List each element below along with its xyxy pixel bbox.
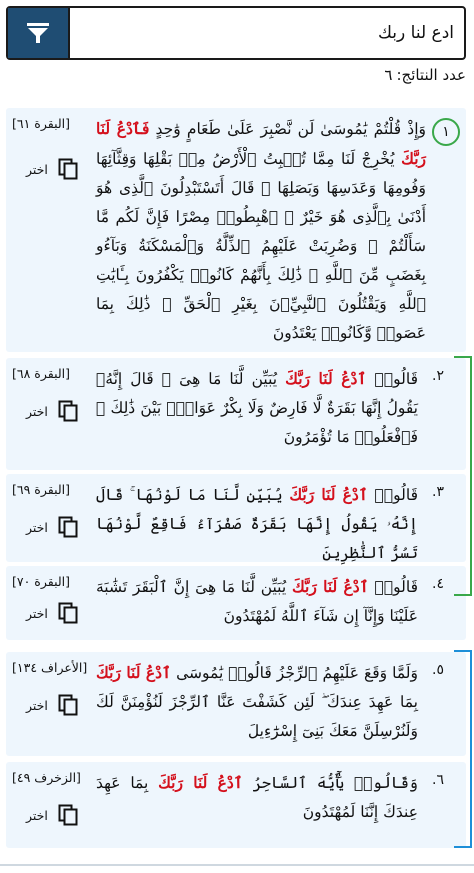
verse-reference: [البقرة ٦١] — [12, 116, 71, 131]
select-action[interactable]: اختر — [26, 600, 106, 626]
verse-reference: [البقرة ٧٠] — [12, 574, 71, 589]
verse-highlight: ٱدْعُ لَنَا رَبَّكَ — [289, 485, 368, 504]
group-bracket-green — [454, 356, 472, 596]
group-bracket-blue — [454, 650, 472, 848]
verse-reference: [الزخرف ٤٩] — [12, 770, 81, 785]
verse-reference: [الأعراف ١٣٤] — [12, 660, 88, 675]
verse-text: وَقَالُوا۟ يَٰٓأَيُّهَ ٱلسَّاحِرُ ٱدْعُ … — [96, 768, 418, 827]
select-action[interactable]: اختر — [26, 398, 106, 424]
verse-text: وَلَمَّا وَقَعَ عَلَيْهِمُ ٱلرِّجْزُ قَا… — [96, 658, 418, 746]
results-count-value: ٦ — [384, 66, 393, 84]
verse-text-after: بِمَا عَهِدَ عِندَكَ ۖ لَئِن كَشَفْتَ عَ… — [96, 693, 418, 740]
select-action[interactable]: اختر — [26, 802, 106, 828]
result-number: ٣. — [432, 484, 444, 500]
result-card: ٣. [البقرة ٦٩] قَالُوا۟ ٱدْعُ لَنَا رَبَ… — [6, 474, 466, 562]
verse-text-before: وَقَالُوا۟ يَٰٓأَيُّهَ ٱلسَّاحِرُ — [242, 774, 418, 792]
verse-text: قَالُوا۟ ٱدْعُ لَنَا رَبَّكَ يُبَيِّن لَ… — [96, 480, 418, 568]
filter-button[interactable] — [8, 8, 70, 58]
verse-text: قَالُوا۟ ٱدْعُ لَنَا رَبَّكَ يُبَيِّن لَ… — [96, 364, 418, 452]
result-number: ٥. — [432, 662, 444, 678]
result-card: ١ [البقرة ٦١] وَإِذْ قُلْتُمْ يَٰمُوسَىٰ… — [6, 108, 466, 352]
result-number: ١ — [432, 118, 460, 146]
copy-icon[interactable] — [58, 602, 78, 624]
verse-reference: [البقرة ٦٨] — [12, 366, 71, 381]
result-card: ٥. [الأعراف ١٣٤] وَلَمَّا وَقَعَ عَلَيْه… — [6, 652, 466, 756]
filter-icon — [27, 23, 49, 43]
verse-highlight: ٱدْعُ لَنَا رَبَّكَ — [96, 663, 172, 682]
copy-icon[interactable] — [58, 804, 78, 826]
result-number: ٤. — [432, 576, 444, 592]
result-card: ٦. [الزخرف ٤٩] وَقَالُوا۟ يَٰٓأَيُّهَ ٱل… — [6, 762, 466, 848]
results-count-label: عدد النتائج: — [396, 66, 466, 84]
copy-icon[interactable] — [58, 400, 78, 422]
verse-text: قَالُوا۟ ٱدْعُ لَنَا رَبَّكَ يُبَيِّن لَ… — [96, 572, 418, 631]
bottom-divider — [0, 864, 474, 866]
results-count: عدد النتائج:٦ — [166, 66, 466, 90]
select-action[interactable]: اختر — [26, 514, 106, 540]
copy-icon[interactable] — [58, 694, 78, 716]
copy-icon[interactable] — [58, 516, 78, 538]
select-label: اختر — [26, 519, 48, 535]
select-action[interactable]: اختر — [26, 156, 106, 182]
select-label: اختر — [26, 605, 48, 621]
select-label: اختر — [26, 161, 48, 177]
result-number: ٦. — [432, 772, 444, 788]
verse-highlight: ٱدْعُ لَنَا رَبَّكَ — [285, 369, 367, 388]
search-bar — [6, 6, 466, 60]
search-input[interactable] — [72, 8, 464, 58]
select-label: اختر — [26, 807, 48, 823]
verse-highlight: ٱدْعُ لَنَا رَبَّكَ — [158, 773, 243, 792]
result-number: ٢. — [432, 368, 444, 384]
select-action[interactable]: اختر — [26, 692, 106, 718]
verse-reference: [البقرة ٦٩] — [12, 482, 71, 497]
verse-text: وَإِذْ قُلْتُمْ يَٰمُوسَىٰ لَن نَّصْبِرَ… — [96, 114, 426, 348]
verse-highlight: ٱدْعُ لَنَا رَبَّكَ — [291, 577, 369, 596]
result-card: ٤. [البقرة ٧٠] قَالُوا۟ ٱدْعُ لَنَا رَبَ… — [6, 566, 466, 640]
select-label: اختر — [26, 403, 48, 419]
verse-text-before: وَلَمَّا وَقَعَ عَلَيْهِمُ ٱلرِّجْزُ قَا… — [171, 664, 418, 682]
verse-text-before: قَالُوا۟ — [368, 578, 418, 596]
verse-text-before: قَالُوا۟ — [367, 486, 418, 504]
verse-text-after: يُخْرِجْ لَنَا مِمَّا تُنۢبِتُ ٱلْأَرْضُ… — [96, 150, 426, 342]
copy-icon[interactable] — [58, 158, 78, 180]
verse-text-before: وَإِذْ قُلْتُمْ يَٰمُوسَىٰ لَن نَّصْبِرَ… — [149, 120, 427, 138]
result-card: ٢. [البقرة ٦٨] قَالُوا۟ ٱدْعُ لَنَا رَبَ… — [6, 358, 466, 470]
select-label: اختر — [26, 697, 48, 713]
verse-text-before: قَالُوا۟ — [366, 370, 419, 388]
